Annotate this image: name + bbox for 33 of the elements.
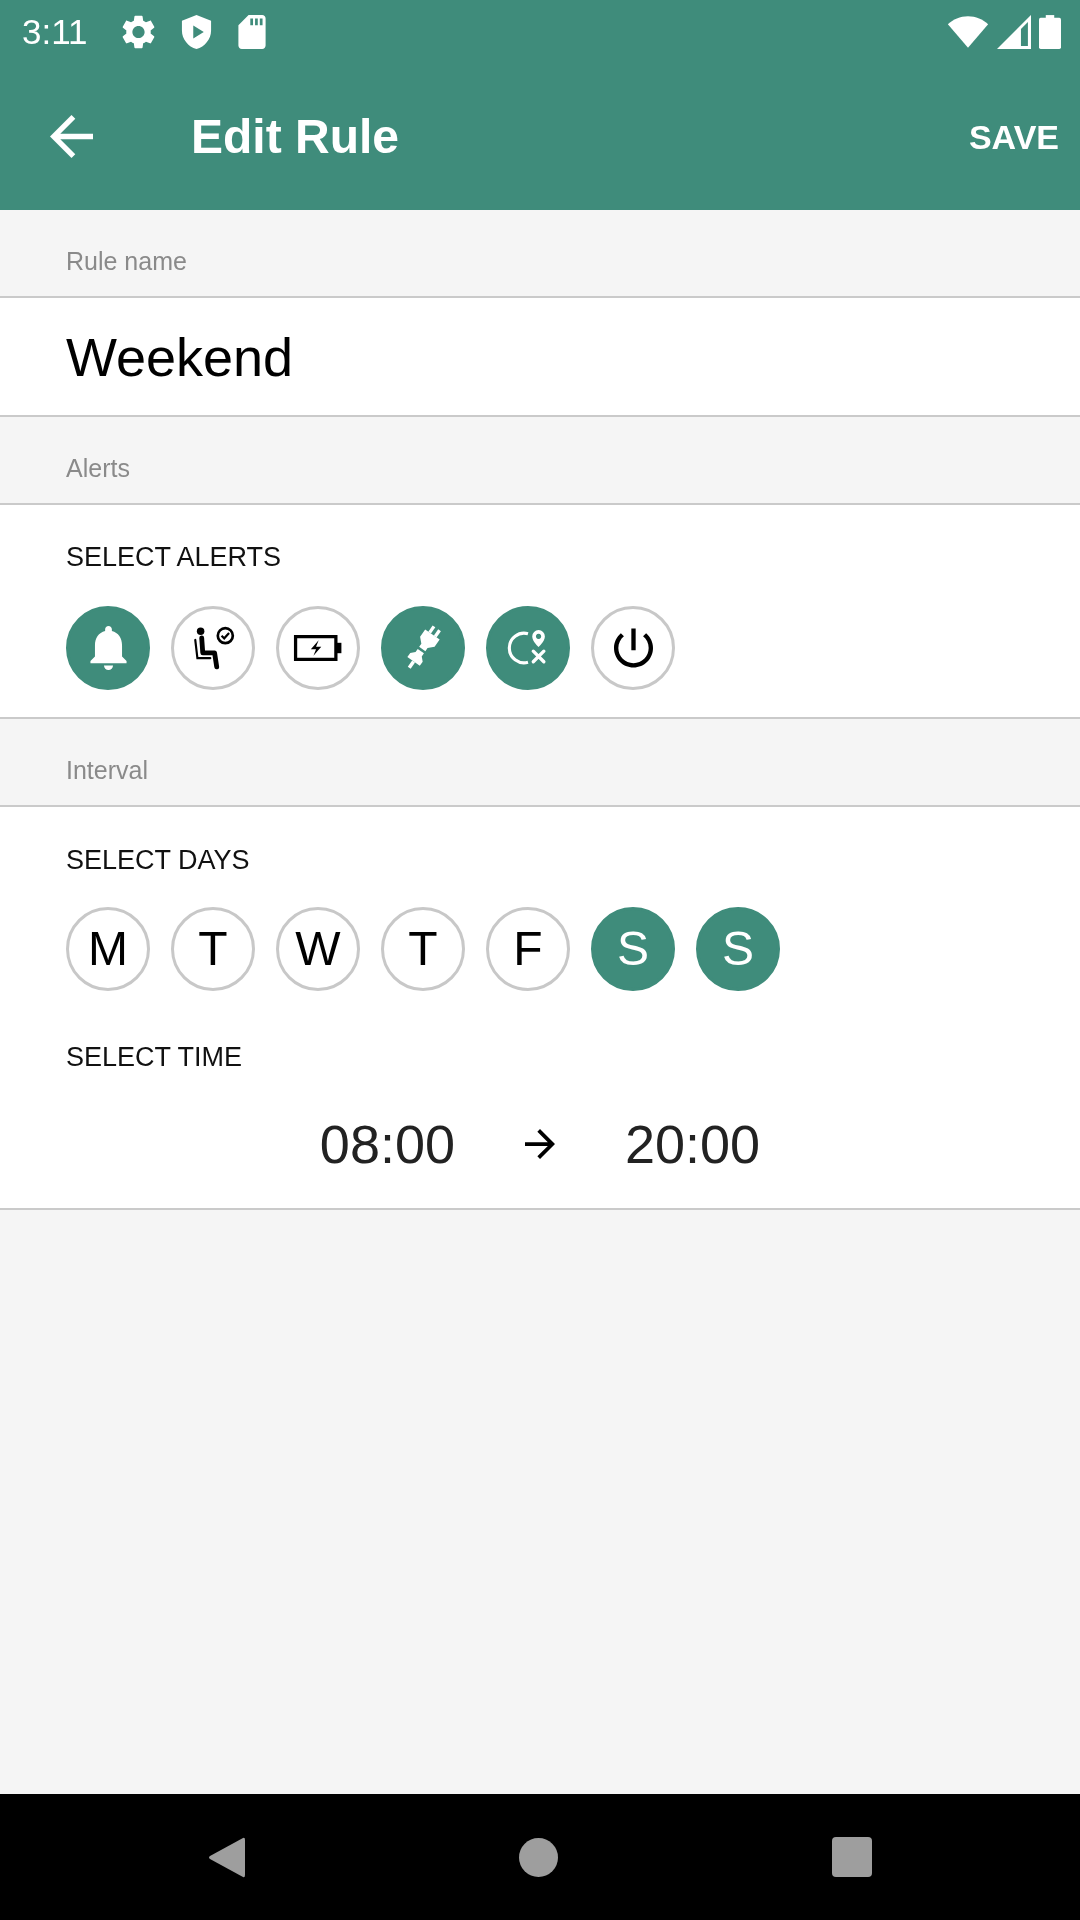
- end-time[interactable]: 20:00: [625, 1113, 761, 1175]
- day-toggle[interactable]: W: [276, 907, 360, 991]
- select-time-label: SELECT TIME: [66, 1041, 243, 1074]
- day-toggle[interactable]: T: [171, 907, 255, 991]
- section-header-text: Alerts: [66, 454, 130, 483]
- bell-icon: [89, 626, 127, 670]
- arrow-right-icon: [525, 1129, 555, 1159]
- settings-icon: [121, 14, 155, 49]
- status-time: 3:11: [22, 11, 88, 52]
- section-header-text: Rule name: [66, 247, 187, 276]
- rule-name-field[interactable]: Weekend: [0, 298, 1080, 417]
- back-arrow-icon[interactable]: [50, 115, 93, 158]
- select-alerts-label: SELECT ALERTS: [66, 541, 282, 574]
- save-button[interactable]: SAVE: [968, 116, 1059, 157]
- day-toggle[interactable]: S: [696, 907, 780, 991]
- seated-person-clock-icon: [191, 626, 235, 670]
- section-header-text: Interval: [66, 756, 148, 785]
- sd-card-icon: [237, 14, 266, 49]
- nav-home-icon[interactable]: [519, 1837, 558, 1877]
- day-toggle[interactable]: S: [591, 907, 675, 991]
- day-toggle[interactable]: T: [381, 907, 465, 991]
- wifi-icon: [947, 15, 989, 48]
- power-icon: [613, 628, 653, 668]
- signal-icon: [997, 14, 1031, 49]
- day-toggle[interactable]: F: [486, 907, 570, 991]
- day-toggle[interactable]: M: [66, 907, 150, 991]
- shield-play-icon: [180, 14, 212, 49]
- battery-icon: [1039, 14, 1061, 49]
- nav-back-icon[interactable]: [208, 1835, 245, 1879]
- screen-title: Edit Rule: [191, 108, 399, 165]
- select-days-label: SELECT DAYS: [66, 844, 250, 877]
- battery-charging-icon: [293, 635, 343, 661]
- start-time[interactable]: 08:00: [319, 1113, 455, 1175]
